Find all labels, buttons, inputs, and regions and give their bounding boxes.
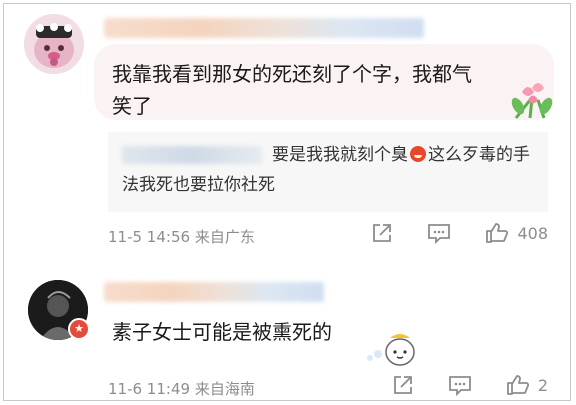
cartoon-sticker-icon (367, 334, 415, 366)
quoted-reply[interactable]: 要是我我就刻个臭 这么歹毒的手法我死也要拉你社死 (108, 132, 548, 212)
share-icon (373, 224, 392, 242)
comment-location: 来自海南 (194, 380, 255, 398)
comment-icon (428, 224, 451, 244)
share-button[interactable] (371, 222, 393, 244)
reply-button[interactable] (427, 222, 451, 244)
thumbs-up-icon (506, 375, 529, 395)
comment-time: 11-6 11:49 (108, 380, 191, 398)
comment-meta: 11-5 14:56 来自广东 (108, 226, 255, 247)
comment-text: 我靠我看到那女的死还刻了个字，我都气笑了 (112, 62, 472, 118)
user-avatar[interactable] (24, 14, 84, 74)
comment-actions: 408 (371, 222, 548, 244)
reply-text-part1: 要是我我就刻个臭 (272, 145, 408, 165)
reply-username-blurred[interactable] (122, 146, 262, 164)
tulip-bouquet-icon (511, 83, 553, 119)
share-icon (393, 376, 412, 394)
like-count: 2 (537, 375, 548, 395)
comment-location: 来自广东 (194, 228, 255, 246)
angry-face-emoji-icon (410, 146, 426, 162)
verified-badge-icon: ★ (68, 318, 90, 340)
like-count: 408 (517, 223, 548, 243)
comment-item: ★ 素子女士可能是被熏死的 11-6 11:49 来自海南 2 (4, 266, 570, 400)
like-button[interactable]: 408 (485, 222, 548, 244)
comment-list: 我靠我看到那女的死还刻了个字，我都气笑了 要是我我就刻个臭 这么歹毒的手法我死也要… (3, 3, 571, 401)
share-button[interactable] (392, 374, 414, 396)
like-button[interactable]: 2 (506, 374, 548, 396)
comment-text-bubble: 素子女士可能是被熏死的 (94, 312, 554, 352)
comment-time: 11-5 14:56 (108, 228, 191, 246)
username-blurred[interactable] (104, 282, 324, 302)
comment-item: 我靠我看到那女的死还刻了个字，我都气笑了 要是我我就刻个臭 这么歹毒的手法我死也要… (4, 4, 570, 266)
reply-button[interactable] (448, 374, 472, 396)
username-blurred[interactable] (104, 18, 424, 38)
thumbs-up-icon (486, 223, 509, 243)
comment-actions: 2 (392, 374, 548, 396)
comment-icon (448, 376, 471, 396)
comment-meta: 11-6 11:49 来自海南 (108, 378, 255, 399)
comment-text: 素子女士可能是被熏死的 (112, 320, 332, 344)
comment-text-bubble: 我靠我看到那女的死还刻了个字，我都气笑了 (94, 44, 554, 120)
